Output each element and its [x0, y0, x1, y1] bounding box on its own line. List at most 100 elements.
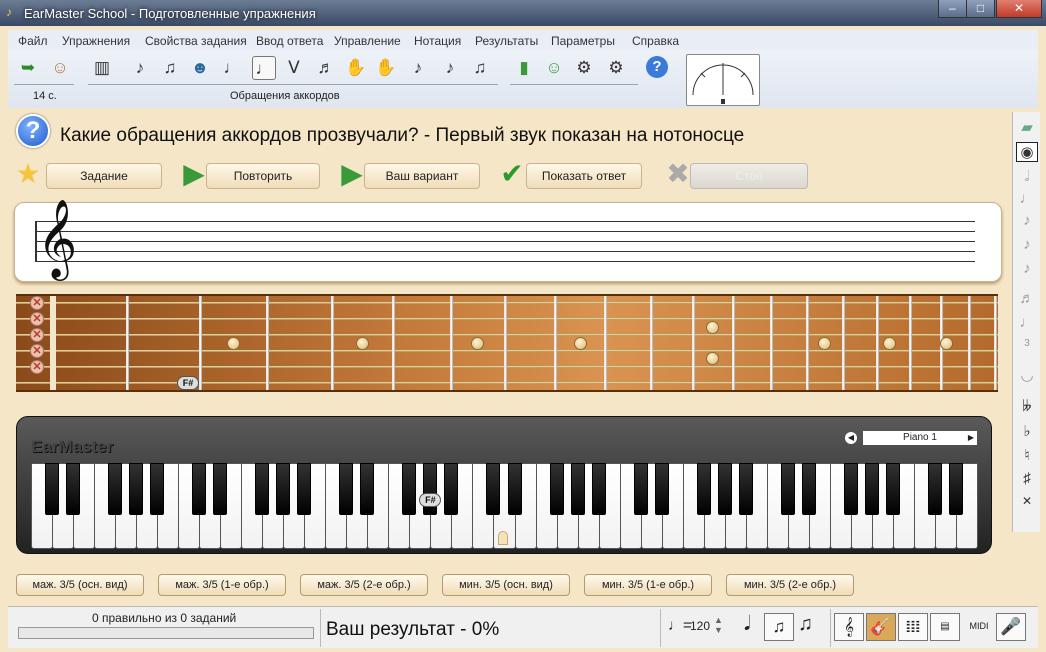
- guitar-fretboard[interactable]: ✕ ✕ ✕ ✕ ✕ F#: [16, 294, 998, 392]
- star-icon[interactable]: ★: [10, 157, 46, 193]
- dotted-note-icon[interactable]: ♩: [1019, 314, 1035, 332]
- eighth-note-icon[interactable]: ♪: [1019, 236, 1035, 254]
- beat-eighths-icon[interactable]: ♫: [764, 613, 794, 641]
- menu-notation[interactable]: Нотация: [414, 34, 461, 48]
- muted-string-icon[interactable]: ✕: [30, 296, 44, 310]
- black-key[interactable]: [213, 463, 228, 515]
- check-icon[interactable]: ✔: [494, 157, 530, 193]
- muted-string-icon[interactable]: ✕: [30, 360, 44, 374]
- menu-control[interactable]: Управление: [334, 34, 401, 48]
- whole-note-icon[interactable]: 𝅗𝅥: [1019, 168, 1035, 186]
- sharp-icon[interactable]: ♯: [1019, 470, 1035, 488]
- menu-task-properties[interactable]: Свойства задания: [145, 34, 247, 48]
- solfege-view-icon[interactable]: ▤: [930, 613, 960, 641]
- maximize-button[interactable]: □: [966, 0, 995, 18]
- menu-help[interactable]: Справка: [632, 34, 679, 48]
- black-key[interactable]: [654, 463, 669, 515]
- black-key[interactable]: [444, 463, 459, 515]
- black-key[interactable]: [696, 463, 711, 515]
- rhythm-tap-icon[interactable]: ✋: [374, 56, 398, 80]
- black-key[interactable]: [591, 463, 606, 515]
- black-key[interactable]: [45, 463, 60, 515]
- interval-sing-icon[interactable]: ☻: [188, 56, 212, 80]
- black-key[interactable]: [297, 463, 312, 515]
- muted-string-icon[interactable]: ✕: [30, 312, 44, 326]
- sixteenth-note-icon[interactable]: ♪: [1019, 260, 1035, 278]
- chord-inversion-icon[interactable]: ♩: [252, 56, 276, 80]
- quarter-note-icon[interactable]: ♪: [1019, 212, 1035, 230]
- black-key[interactable]: [339, 463, 354, 515]
- black-key[interactable]: [885, 463, 900, 515]
- stop-button[interactable]: Стоп: [690, 163, 808, 189]
- user-results-icon[interactable]: ☺: [542, 56, 566, 80]
- black-key[interactable]: [360, 463, 375, 515]
- notebook-icon[interactable]: ▥: [90, 56, 114, 80]
- melody-icon[interactable]: ♫: [468, 56, 492, 80]
- menu-results[interactable]: Результаты: [475, 34, 538, 48]
- black-key[interactable]: [738, 463, 753, 515]
- microphone-icon[interactable]: 🎤: [996, 613, 1026, 641]
- black-key[interactable]: [927, 463, 942, 515]
- audio-settings-icon[interactable]: ⚙: [604, 56, 628, 80]
- eraser-icon[interactable]: ▰: [1019, 118, 1035, 136]
- statistics-icon[interactable]: ▮: [512, 56, 536, 80]
- open-exercise-icon[interactable]: ➥: [16, 56, 40, 80]
- rhythm-clap-icon[interactable]: ✋: [344, 56, 368, 80]
- settings-gear-icon[interactable]: ⚙: [572, 56, 596, 80]
- double-sharp-icon[interactable]: ✕: [1019, 494, 1035, 512]
- black-key[interactable]: [717, 463, 732, 515]
- black-key[interactable]: [948, 463, 963, 515]
- interval-icon[interactable]: ♫: [158, 56, 182, 80]
- black-key[interactable]: [192, 463, 207, 515]
- black-key[interactable]: [108, 463, 123, 515]
- piano-keys[interactable]: F#: [31, 463, 978, 549]
- menu-answer-input[interactable]: Ввод ответа: [256, 34, 323, 48]
- chord-icon[interactable]: ♩: [220, 56, 244, 80]
- staff-view-icon[interactable]: 𝄞: [834, 613, 864, 641]
- black-key[interactable]: [255, 463, 270, 515]
- tie-icon[interactable]: ◡: [1019, 366, 1035, 384]
- tempo-stepper-icon[interactable]: ▲ ▼: [714, 615, 723, 635]
- click-note-icon[interactable]: 𝅘𝅥: [744, 613, 750, 636]
- answer-major-second-inv-button[interactable]: маж. 3/5 (2-е обр.): [300, 574, 428, 596]
- flat-icon[interactable]: ♭: [1019, 422, 1035, 440]
- rhythm-imitate-icon[interactable]: ♪: [438, 56, 462, 80]
- eye-icon[interactable]: ◉: [1016, 142, 1038, 162]
- close-button[interactable]: ✕: [996, 0, 1042, 18]
- black-key[interactable]: [864, 463, 879, 515]
- rhythm-read-icon[interactable]: ♪: [406, 56, 430, 80]
- black-key[interactable]: [423, 463, 438, 515]
- show-answer-button[interactable]: Показать ответ: [526, 163, 642, 189]
- black-key[interactable]: [486, 463, 501, 515]
- answer-major-root-button[interactable]: маж. 3/5 (осн. вид): [16, 574, 144, 596]
- rest-icon[interactable]: ♬: [1019, 290, 1035, 308]
- black-key[interactable]: [570, 463, 585, 515]
- your-answer-button[interactable]: Ваш вариант: [364, 163, 480, 189]
- interval-compare-icon[interactable]: ♪: [128, 56, 152, 80]
- instrument-next-icon[interactable]: ▶: [965, 432, 977, 444]
- black-key[interactable]: [633, 463, 648, 515]
- repeat-button[interactable]: Повторить: [206, 163, 320, 189]
- black-key[interactable]: [780, 463, 795, 515]
- midi-icon[interactable]: MIDI: [964, 613, 994, 641]
- black-key[interactable]: [549, 463, 564, 515]
- instrument-prev-icon[interactable]: ◀: [845, 432, 857, 444]
- answer-minor-second-inv-button[interactable]: мин. 3/5 (2-е обр.): [726, 574, 854, 596]
- black-key[interactable]: [402, 463, 417, 515]
- black-key[interactable]: [66, 463, 81, 515]
- answer-major-first-inv-button[interactable]: маж. 3/5 (1-е обр.): [158, 574, 286, 596]
- triplet-icon[interactable]: 3: [1019, 338, 1035, 356]
- answer-minor-root-button[interactable]: мин. 3/5 (осн. вид): [442, 574, 570, 596]
- black-key[interactable]: [150, 463, 165, 515]
- task-button[interactable]: Задание: [46, 163, 162, 189]
- menu-file[interactable]: Файл: [18, 34, 48, 48]
- black-key[interactable]: [801, 463, 816, 515]
- minimize-button[interactable]: ‒: [938, 0, 967, 18]
- double-flat-icon[interactable]: 𝄫: [1019, 398, 1035, 416]
- answer-minor-first-inv-button[interactable]: мин. 3/5 (1-е обр.): [584, 574, 712, 596]
- black-key[interactable]: [129, 463, 144, 515]
- muted-string-icon[interactable]: ✕: [30, 328, 44, 342]
- beat-sixteenths-icon[interactable]: ♫: [798, 613, 813, 636]
- muted-string-icon[interactable]: ✕: [30, 344, 44, 358]
- chord-progression-icon[interactable]: Ⅴ: [282, 56, 306, 80]
